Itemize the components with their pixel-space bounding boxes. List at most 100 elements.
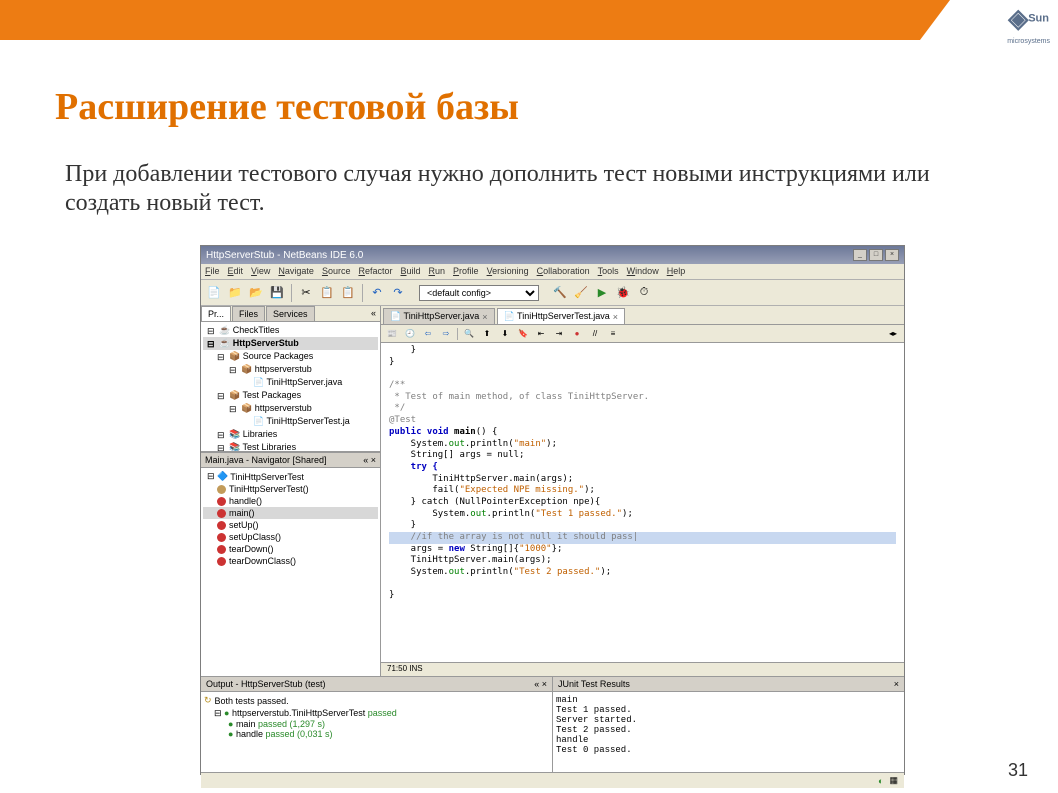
navigator-title-bar: Main.java - Navigator [Shared] « × xyxy=(201,452,380,468)
navigator-item[interactable]: setUp() xyxy=(203,519,378,531)
menu-file[interactable]: File xyxy=(205,266,220,277)
navigator-controls[interactable]: « × xyxy=(363,455,376,465)
new-project-icon[interactable]: 📁 xyxy=(226,284,244,302)
project-tree-node[interactable]: ⊟📦 Test Packages xyxy=(213,389,378,402)
run-again-icon[interactable]: ↻ xyxy=(204,695,212,706)
junit-output-line: Test 0 passed. xyxy=(556,745,901,755)
project-tree: ⊟☕ CheckTitles⊟☕ HttpServerStub⊟📦 Source… xyxy=(201,322,380,452)
editor-nav-icon[interactable]: ◂▸ xyxy=(886,327,900,341)
project-tree-node[interactable]: 📄 TiniHttpServer.java xyxy=(237,376,378,389)
history-icon[interactable]: 🕘 xyxy=(403,327,417,341)
close-button[interactable]: × xyxy=(885,249,899,261)
macro-icon[interactable]: ● xyxy=(570,327,584,341)
status-indicator-icon: ▦ xyxy=(889,775,898,786)
open-icon[interactable]: 📂 xyxy=(247,284,265,302)
menu-navigate[interactable]: Navigate xyxy=(278,266,314,277)
slide-header-triangle xyxy=(920,0,950,40)
forward-icon[interactable]: ⇨ xyxy=(439,327,453,341)
tab-projects[interactable]: Pr... xyxy=(201,306,231,321)
next-bookmark-icon[interactable]: ⬇ xyxy=(498,327,512,341)
editor-tab[interactable]: 📄 TiniHttpServer.java × xyxy=(383,308,495,324)
slide-body-text: При добавлении тестового случая нужно до… xyxy=(65,160,985,218)
build-icon[interactable]: 🔨 xyxy=(551,284,569,302)
code-editor[interactable]: } } /** * Test of main method, of class … xyxy=(381,343,904,662)
menu-run[interactable]: Run xyxy=(429,266,446,277)
brand-name: Sun xyxy=(1028,12,1049,24)
copy-icon[interactable]: 📋 xyxy=(318,284,336,302)
run-icon[interactable]: ▶ xyxy=(593,284,611,302)
source-view-icon[interactable]: 📰 xyxy=(385,327,399,341)
new-file-icon[interactable]: 📄 xyxy=(205,284,223,302)
menu-help[interactable]: Help xyxy=(667,266,686,277)
project-tree-node[interactable]: ⊟📚 Libraries xyxy=(213,428,378,441)
uncomment-icon[interactable]: ≡ xyxy=(606,327,620,341)
navigator-item[interactable]: tearDownClass() xyxy=(203,555,378,567)
menu-versioning[interactable]: Versioning xyxy=(487,266,529,277)
menu-build[interactable]: Build xyxy=(400,266,420,277)
menu-refactor[interactable]: Refactor xyxy=(358,266,392,277)
project-tree-node[interactable]: ⊟☕ HttpServerStub xyxy=(203,337,378,350)
prev-bookmark-icon[interactable]: ⬆ xyxy=(480,327,494,341)
debug-icon[interactable]: 🐞 xyxy=(614,284,632,302)
tab-close-icon[interactable]: × xyxy=(613,312,618,322)
comment-icon[interactable]: // xyxy=(588,327,602,341)
junit-output-line: main xyxy=(556,695,901,705)
minimize-button[interactable]: _ xyxy=(853,249,867,261)
junit-output-line: handle xyxy=(556,735,901,745)
save-all-icon[interactable]: 💾 xyxy=(268,284,286,302)
menu-tools[interactable]: Tools xyxy=(598,266,619,277)
junit-output-line: Test 1 passed. xyxy=(556,705,901,715)
shift-right-icon[interactable]: ⇥ xyxy=(552,327,566,341)
project-tree-node[interactable]: ⊟📦 Source Packages xyxy=(213,350,378,363)
tab-close-icon[interactable]: × xyxy=(482,312,487,322)
menu-window[interactable]: Window xyxy=(627,266,659,277)
undo-icon[interactable]: ↶ xyxy=(368,284,386,302)
menu-view[interactable]: View xyxy=(251,266,270,277)
project-tree-node[interactable]: ⊟📚 Test Libraries xyxy=(213,441,378,452)
project-tree-node[interactable]: ⊟☕ CheckTitles xyxy=(203,324,378,337)
maximize-button[interactable]: □ xyxy=(869,249,883,261)
project-tree-node[interactable]: ⊟📦 httpserverstub xyxy=(225,363,378,376)
shift-left-icon[interactable]: ⇤ xyxy=(534,327,548,341)
profile-icon[interactable]: ⏱ xyxy=(635,284,653,302)
menu-edit[interactable]: Edit xyxy=(228,266,244,277)
menu-profile[interactable]: Profile xyxy=(453,266,479,277)
bookmark-icon[interactable]: 🔖 xyxy=(516,327,530,341)
navigator-item[interactable]: setUpClass() xyxy=(203,531,378,543)
project-tree-node[interactable]: ⊟📦 httpserverstub xyxy=(225,402,378,415)
test-result-row[interactable]: ● handle passed (0,031 s) xyxy=(228,729,549,739)
build-status-icon: ◐ xyxy=(878,776,883,786)
back-icon[interactable]: ⇦ xyxy=(421,327,435,341)
menu-collaboration[interactable]: Collaboration xyxy=(537,266,590,277)
cut-icon[interactable]: ✂ xyxy=(297,284,315,302)
test-result-row[interactable]: ● main passed (1,297 s) xyxy=(228,719,549,729)
panel-close-icon[interactable]: « × xyxy=(534,679,547,689)
tab-files[interactable]: Files xyxy=(232,306,265,321)
navigator-root[interactable]: ⊟ 🔷 TiniHttpServerTest xyxy=(203,470,378,483)
tab-services[interactable]: Services xyxy=(266,306,315,321)
config-select[interactable]: <default config> xyxy=(419,285,539,301)
navigator-title: Main.java - Navigator [Shared] xyxy=(205,455,327,465)
editor-tabs: 📄 TiniHttpServer.java ×📄 TiniHttpServerT… xyxy=(381,306,904,325)
find-selection-icon[interactable]: 🔍 xyxy=(462,327,476,341)
slide-page-number: 31 xyxy=(1008,760,1028,781)
editor-tab[interactable]: 📄 TiniHttpServerTest.java × xyxy=(497,308,626,324)
redo-icon[interactable]: ↷ xyxy=(389,284,407,302)
sun-diamond-icon: ◈ xyxy=(1008,3,1028,34)
project-tree-node[interactable]: 📄 TiniHttpServerTest.ja xyxy=(237,415,378,428)
navigator-item[interactable]: handle() xyxy=(203,495,378,507)
clean-build-icon[interactable]: 🧹 xyxy=(572,284,590,302)
navigator-item[interactable]: TiniHttpServerTest() xyxy=(203,483,378,495)
panel-close-icon[interactable]: × xyxy=(894,679,899,689)
navigator-tree: ⊟ 🔷 TiniHttpServerTest TiniHttpServerTes… xyxy=(201,468,380,676)
ide-titlebar[interactable]: HttpServerStub - NetBeans IDE 6.0 _ □ × xyxy=(201,246,904,264)
ide-status-bar: ◐ ▦ xyxy=(201,772,904,788)
panel-hide-icon[interactable]: « xyxy=(367,306,380,321)
test-result-row[interactable]: ⊟ ● httpserverstub.TiniHttpServerTest pa… xyxy=(214,708,549,719)
editor-toolbar: 📰 🕘 ⇦ ⇨ 🔍 ⬆ ⬇ 🔖 ⇤ ⇥ ● // ≡ ◂▸ xyxy=(381,325,904,343)
paste-icon[interactable]: 📋 xyxy=(339,284,357,302)
navigator-item[interactable]: main() xyxy=(203,507,378,519)
slide-title: Расширение тестовой базы xyxy=(55,85,519,129)
menu-source[interactable]: Source xyxy=(322,266,351,277)
navigator-item[interactable]: tearDown() xyxy=(203,543,378,555)
